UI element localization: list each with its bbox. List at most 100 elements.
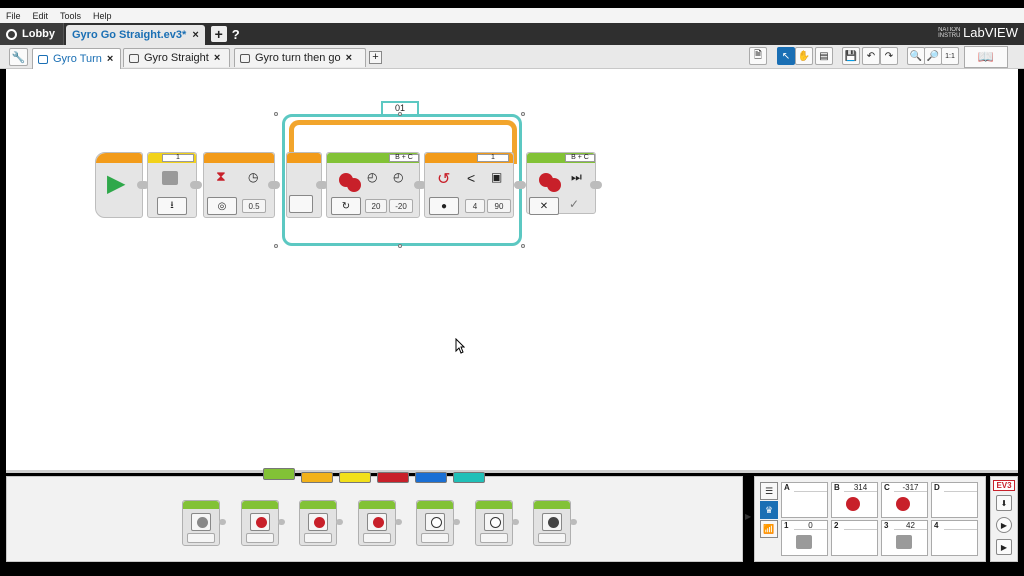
download-and-run-selected-button[interactable]: ▶ bbox=[996, 539, 1012, 555]
palette-tab-flow-control[interactable] bbox=[301, 472, 333, 483]
large-motor-icon bbox=[347, 178, 361, 192]
wait-block[interactable]: ⧗ ◷ ◎ 0.5 bbox=[203, 152, 275, 218]
power-icon: ◴ bbox=[393, 170, 404, 184]
download-icon: ⭳ bbox=[170, 199, 174, 211]
compare-type-input[interactable]: 4 bbox=[465, 199, 485, 213]
available-bricks-tab[interactable]: 📶 bbox=[760, 520, 778, 538]
port-b[interactable]: B 314 bbox=[831, 482, 878, 518]
menu-help[interactable]: Help bbox=[93, 11, 112, 21]
download-icon: ⬇ bbox=[1000, 498, 1008, 508]
sensor-mode-selector[interactable]: ⭳ bbox=[157, 197, 187, 215]
palette-display-block[interactable] bbox=[416, 500, 460, 546]
power-input[interactable]: -20 bbox=[389, 199, 413, 213]
gyro-rotation-icon: ↺ bbox=[437, 171, 451, 188]
labview-logo: NATIONAL INSTRUMENTS LabVIEW bbox=[938, 25, 1018, 40]
download-button[interactable]: ⬇ bbox=[996, 495, 1012, 511]
palette-tab-data-operations[interactable] bbox=[377, 472, 409, 483]
start-block[interactable]: ▶ bbox=[95, 152, 143, 218]
project-tab[interactable]: Gyro Go Straight.ev3* × bbox=[66, 25, 205, 45]
resize-handle[interactable] bbox=[274, 244, 278, 248]
move-steering-block[interactable]: B + C ◴ ◴ ↻ 20 -20 bbox=[326, 152, 420, 218]
comment-tool-button[interactable]: ▤ bbox=[815, 47, 833, 65]
timer-icon: ◷ bbox=[248, 170, 259, 184]
motor-ports-label[interactable]: B + C bbox=[565, 154, 595, 162]
resize-handle[interactable] bbox=[521, 244, 525, 248]
panel-collapse-handle[interactable]: ▶ bbox=[745, 512, 751, 521]
content-editor-button[interactable]: 🗎 bbox=[749, 47, 767, 65]
close-icon[interactable]: × bbox=[346, 52, 352, 64]
threshold-input[interactable]: 90 bbox=[487, 199, 511, 213]
lobby-button[interactable]: Lobby bbox=[0, 23, 64, 45]
tab-gyro-straight[interactable]: Gyro Straight × bbox=[123, 48, 230, 67]
resize-handle[interactable] bbox=[398, 112, 402, 116]
palette-large-motor-block[interactable] bbox=[241, 500, 285, 546]
close-icon[interactable]: × bbox=[192, 29, 198, 41]
steering-input[interactable]: 20 bbox=[365, 199, 387, 213]
pan-tool-button[interactable]: ✋ bbox=[795, 47, 813, 65]
menu-bar: File Edit Tools Help bbox=[0, 8, 1024, 23]
zoom-reset-button[interactable]: 1:1 bbox=[941, 47, 959, 65]
undo-button[interactable]: ↶ bbox=[862, 47, 880, 65]
port-c[interactable]: C -317 bbox=[881, 482, 928, 518]
move-mode-selector[interactable]: ↻ bbox=[331, 197, 361, 215]
project-properties-button[interactable]: 🔧 bbox=[9, 48, 28, 66]
palette-tab-my-blocks[interactable] bbox=[453, 472, 485, 483]
hourglass-icon: ⧗ bbox=[216, 168, 226, 184]
add-program-button[interactable]: + bbox=[369, 51, 382, 64]
add-project-button[interactable]: + bbox=[210, 26, 227, 42]
palette-medium-motor-block[interactable] bbox=[182, 500, 226, 546]
close-icon[interactable]: × bbox=[107, 53, 113, 65]
palette-tab-advanced[interactable] bbox=[415, 472, 447, 483]
motor-ports-label[interactable]: B + C bbox=[389, 154, 419, 162]
zoom-out-button[interactable]: 🔍 bbox=[907, 47, 925, 65]
sensor-port-label[interactable]: 1 bbox=[162, 154, 194, 162]
wait-seconds-input[interactable]: 0.5 bbox=[242, 199, 266, 213]
select-tool-button[interactable]: ↖ bbox=[777, 47, 795, 65]
sequence-connector bbox=[268, 181, 280, 189]
port-3[interactable]: 3 42 bbox=[881, 520, 928, 556]
menu-file[interactable]: File bbox=[6, 11, 21, 21]
stop-mode-selector[interactable]: ✕ bbox=[529, 197, 559, 215]
resize-handle[interactable] bbox=[398, 244, 402, 248]
tab-gyro-turn[interactable]: Gyro Turn × bbox=[32, 48, 121, 69]
resize-handle[interactable] bbox=[521, 112, 525, 116]
close-icon[interactable]: × bbox=[214, 52, 220, 64]
palette-move-tank-block[interactable] bbox=[358, 500, 402, 546]
palette-tab-action[interactable] bbox=[263, 468, 295, 480]
palette-move-steering-block[interactable] bbox=[299, 500, 343, 546]
compare-type-icon[interactable]: < bbox=[467, 170, 475, 186]
port-d[interactable]: D bbox=[931, 482, 978, 518]
resize-handle[interactable] bbox=[274, 112, 278, 116]
program-icon bbox=[38, 54, 48, 64]
port-a[interactable]: A bbox=[781, 482, 828, 518]
save-button[interactable]: 💾 bbox=[842, 47, 860, 65]
stop-move-block[interactable]: B + C ⏭ ✕ ✓ bbox=[526, 152, 596, 215]
palette-brick-status-light-block[interactable] bbox=[533, 500, 577, 546]
port-2[interactable]: 2 bbox=[831, 520, 878, 556]
globe-icon bbox=[6, 28, 17, 40]
rotate-icon: ↻ bbox=[341, 200, 351, 212]
help-button[interactable]: ? bbox=[232, 27, 240, 42]
brick-info-tab[interactable]: ☰ bbox=[760, 482, 778, 500]
canvas-divider[interactable] bbox=[6, 470, 1018, 473]
loop-exit-gyro-compare[interactable]: 1 ↺ < ▣ ● 4 90 bbox=[424, 152, 514, 218]
menu-edit[interactable]: Edit bbox=[33, 11, 49, 21]
loop-mode-selector[interactable]: ● bbox=[429, 197, 459, 215]
wait-mode-selector[interactable]: ◎ bbox=[207, 197, 237, 215]
compare-port-label[interactable]: 1 bbox=[477, 154, 509, 162]
palette-sound-block[interactable] bbox=[475, 500, 519, 546]
sequence-connector bbox=[190, 181, 202, 189]
help-book-button[interactable]: 📖 bbox=[964, 46, 1008, 68]
port-view-tab[interactable]: ♛ bbox=[760, 501, 778, 519]
project-bar: Lobby Gyro Go Straight.ev3* × + ? NATION… bbox=[0, 23, 1024, 45]
menu-tools[interactable]: Tools bbox=[60, 11, 81, 21]
palette-tab-sensor[interactable] bbox=[339, 472, 371, 483]
tab-gyro-turn-then-go[interactable]: Gyro turn then go × bbox=[234, 48, 366, 67]
redo-button[interactable]: ↷ bbox=[880, 47, 898, 65]
brake-check-icon[interactable]: ✓ bbox=[569, 197, 579, 211]
tab-label: Gyro Turn bbox=[53, 53, 102, 65]
port-1[interactable]: 1 0 bbox=[781, 520, 828, 556]
zoom-in-button[interactable]: 🔎 bbox=[924, 47, 942, 65]
port-4[interactable]: 4 bbox=[931, 520, 978, 556]
download-and-run-button[interactable]: ▶ bbox=[996, 517, 1012, 533]
